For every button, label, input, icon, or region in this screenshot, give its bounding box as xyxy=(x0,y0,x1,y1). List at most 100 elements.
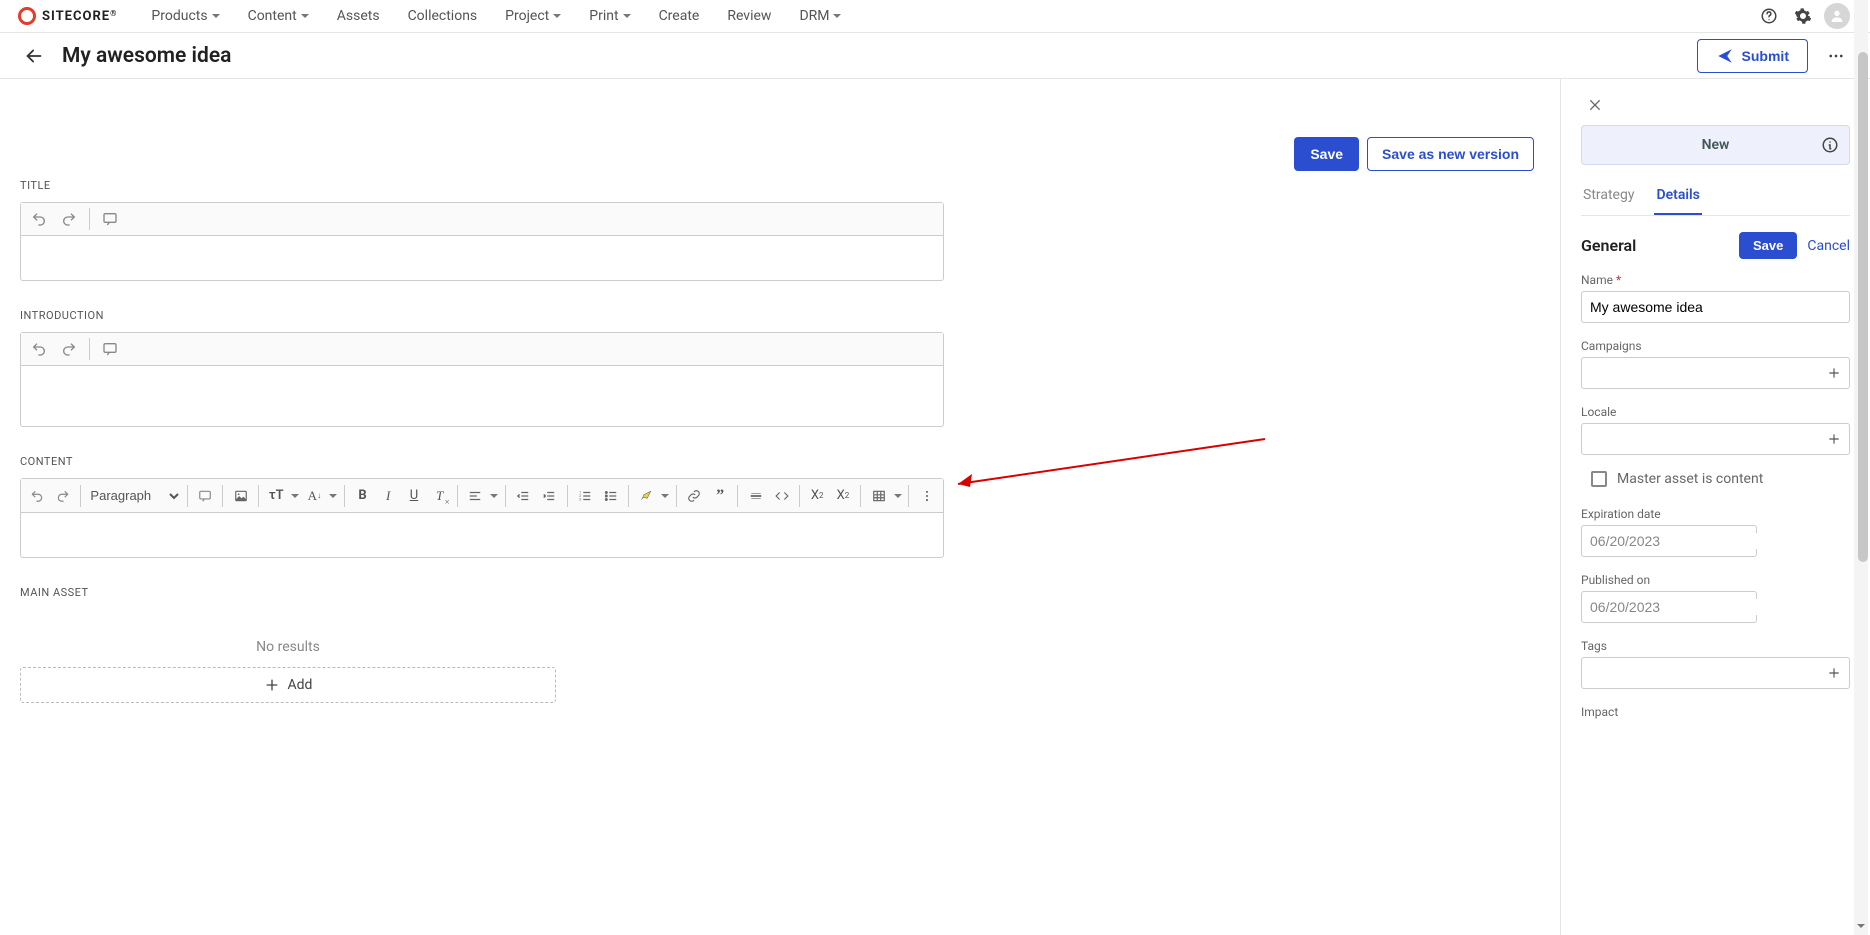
clear-format-icon[interactable]: T× xyxy=(427,483,452,509)
send-icon xyxy=(1716,47,1734,65)
undo-icon[interactable] xyxy=(25,205,53,233)
expiration-date-input[interactable] xyxy=(1581,525,1757,557)
image-icon[interactable] xyxy=(228,483,253,509)
logo-icon xyxy=(18,7,36,25)
undo-icon[interactable] xyxy=(25,483,50,509)
link-icon[interactable] xyxy=(682,483,707,509)
chevron-down-icon[interactable] xyxy=(290,483,301,509)
subscript-icon[interactable]: X2 xyxy=(805,483,830,509)
indent-icon[interactable] xyxy=(537,483,562,509)
table-icon[interactable] xyxy=(866,483,891,509)
panel-cancel-link[interactable]: Cancel xyxy=(1807,238,1850,254)
plus-icon xyxy=(1827,666,1841,680)
redo-icon[interactable] xyxy=(55,335,83,363)
font-size-icon[interactable]: τT xyxy=(264,483,289,509)
title-field-label: TITLE xyxy=(20,179,944,192)
align-icon[interactable] xyxy=(463,483,488,509)
brand: SITECORE® xyxy=(18,7,117,25)
save-as-version-button[interactable]: Save as new version xyxy=(1367,137,1534,171)
expiration-label: Expiration date xyxy=(1581,507,1850,521)
intro-input-area[interactable] xyxy=(21,366,943,426)
bold-icon[interactable]: B xyxy=(350,483,375,509)
intro-field-label: INTRODUCTION xyxy=(20,309,944,322)
code-icon[interactable] xyxy=(769,483,794,509)
italic-icon[interactable]: I xyxy=(376,483,401,509)
intro-editor[interactable] xyxy=(20,332,944,427)
panel-save-button[interactable]: Save xyxy=(1739,232,1797,259)
page-header: My awesome idea Submit xyxy=(0,33,1870,79)
redo-icon[interactable] xyxy=(55,205,83,233)
title-input-area[interactable] xyxy=(21,236,943,280)
info-icon[interactable] xyxy=(1821,136,1839,154)
nav-print[interactable]: Print xyxy=(577,2,642,30)
nav-assets[interactable]: Assets xyxy=(325,2,392,30)
underline-icon[interactable]: U xyxy=(402,483,427,509)
impact-label: Impact xyxy=(1581,705,1850,719)
content-editor[interactable]: Paragraph τT A↓ B I U T× xyxy=(20,478,944,558)
redo-icon[interactable] xyxy=(51,483,76,509)
tab-details[interactable]: Details xyxy=(1654,179,1701,215)
master-asset-label: Master asset is content xyxy=(1617,471,1763,487)
published-label: Published on xyxy=(1581,573,1850,587)
bullet-list-icon[interactable] xyxy=(598,483,623,509)
name-input[interactable] xyxy=(1581,291,1850,323)
hr-icon[interactable] xyxy=(743,483,768,509)
more-button[interactable] xyxy=(1820,40,1852,72)
campaigns-label: Campaigns xyxy=(1581,339,1850,353)
submit-button[interactable]: Submit xyxy=(1697,39,1808,73)
gear-icon[interactable] xyxy=(1788,1,1818,31)
plus-icon xyxy=(1827,366,1841,380)
chevron-down-icon[interactable] xyxy=(489,483,500,509)
main-content: Save Save as new version TITLE xyxy=(0,79,1560,935)
published-date-input[interactable] xyxy=(1581,591,1757,623)
tags-add[interactable] xyxy=(1581,657,1850,689)
chevron-down-icon[interactable] xyxy=(892,483,903,509)
add-asset-button[interactable]: Add xyxy=(20,667,556,703)
help-icon[interactable] xyxy=(1754,1,1784,31)
back-button[interactable] xyxy=(18,40,50,72)
highlight-icon[interactable] xyxy=(634,483,659,509)
master-asset-checkbox[interactable] xyxy=(1591,471,1607,487)
superscript-icon[interactable]: X2 xyxy=(831,483,856,509)
comment-icon[interactable] xyxy=(96,335,124,363)
nav-review[interactable]: Review xyxy=(715,2,783,30)
scroll-down-icon[interactable] xyxy=(1854,919,1868,933)
chevron-down-icon[interactable] xyxy=(660,483,671,509)
quote-icon[interactable]: ” xyxy=(708,483,733,509)
content-input-area[interactable] xyxy=(21,513,943,557)
scrollbar-thumb[interactable] xyxy=(1858,52,1868,562)
locale-add[interactable] xyxy=(1581,423,1850,455)
tags-label: Tags xyxy=(1581,639,1850,653)
font-family-icon[interactable]: A↓ xyxy=(302,483,327,509)
outdent-icon[interactable] xyxy=(511,483,536,509)
plus-icon xyxy=(264,677,280,693)
svg-text:3: 3 xyxy=(579,497,581,501)
nav-content[interactable]: Content xyxy=(236,2,321,30)
title-editor[interactable] xyxy=(20,202,944,281)
close-icon xyxy=(1587,97,1603,113)
no-results-text: No results xyxy=(20,609,556,667)
campaigns-add[interactable] xyxy=(1581,357,1850,389)
save-button[interactable]: Save xyxy=(1294,137,1359,171)
nav-create[interactable]: Create xyxy=(647,2,712,30)
comment-icon[interactable] xyxy=(192,483,217,509)
nav-drm[interactable]: DRM xyxy=(787,2,853,30)
top-nav: SITECORE® Products Content Assets Collec… xyxy=(0,0,1870,33)
tab-strategy[interactable]: Strategy xyxy=(1581,179,1636,215)
more-vert-icon[interactable] xyxy=(914,483,939,509)
chevron-down-icon xyxy=(833,14,841,18)
paragraph-style-select[interactable]: Paragraph xyxy=(86,483,181,509)
nav-products[interactable]: Products xyxy=(139,2,231,30)
undo-icon[interactable] xyxy=(25,335,53,363)
nav-collections[interactable]: Collections xyxy=(396,2,490,30)
status-banner: New xyxy=(1581,125,1850,165)
chevron-down-icon xyxy=(212,14,220,18)
plus-icon xyxy=(1827,432,1841,446)
ordered-list-icon[interactable]: 123 xyxy=(573,483,598,509)
locale-label: Locale xyxy=(1581,405,1850,419)
close-panel-button[interactable] xyxy=(1581,91,1609,119)
comment-icon[interactable] xyxy=(96,205,124,233)
avatar[interactable] xyxy=(1822,1,1852,31)
chevron-down-icon[interactable] xyxy=(328,483,339,509)
nav-project[interactable]: Project xyxy=(493,2,573,30)
